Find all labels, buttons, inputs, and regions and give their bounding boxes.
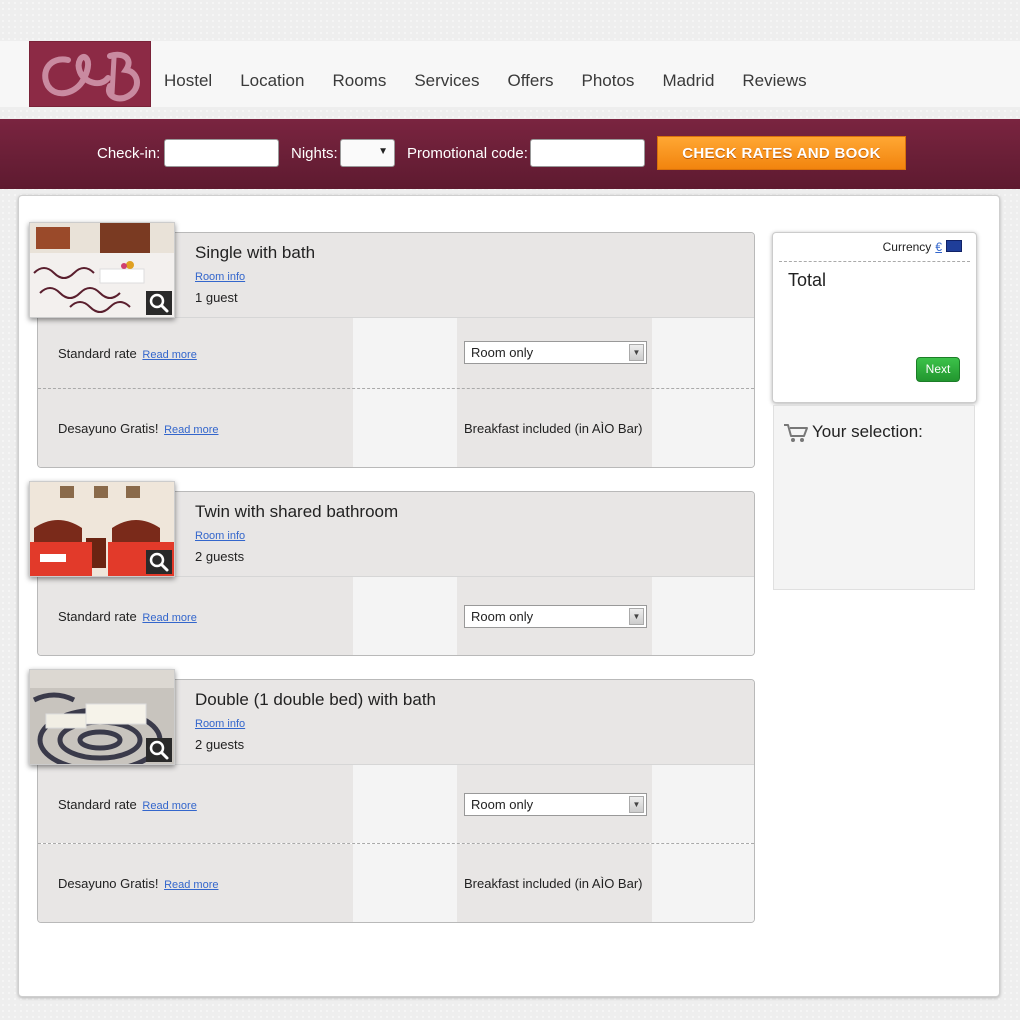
total-box: Currency € Total Next — [772, 232, 977, 403]
nav-hostel[interactable]: Hostel — [164, 71, 212, 91]
room-photo[interactable] — [29, 669, 175, 765]
total-label: Total — [788, 270, 827, 290]
main-nav: Hostel Location Rooms Services Offers Ph… — [164, 71, 835, 91]
rate-name: Standard rate Read more — [58, 346, 197, 361]
zoom-icon[interactable] — [146, 291, 172, 315]
currency-selector: Currency € — [883, 240, 962, 254]
nav-services[interactable]: Services — [414, 71, 479, 91]
rate-row: Standard rate Read more Room only ▼ — [38, 765, 754, 843]
read-more-link[interactable]: Read more — [164, 879, 218, 891]
nav-location[interactable]: Location — [240, 71, 304, 91]
nav-offers[interactable]: Offers — [508, 71, 554, 91]
room-title: Twin with shared bathroom — [195, 502, 399, 521]
rate-row: Desayuno Gratis! Read more Breakfast inc… — [38, 389, 754, 467]
rate-option-select[interactable]: Room only ▼ — [464, 341, 647, 364]
rate-name: Desayuno Gratis! Read more — [58, 421, 219, 436]
read-more-link[interactable]: Read more — [164, 424, 218, 436]
nav-reviews[interactable]: Reviews — [742, 71, 806, 91]
room-guests: 1 guest — [195, 290, 238, 305]
shopping-cart-icon — [783, 422, 809, 449]
room-guests: 2 guests — [195, 549, 245, 564]
checkin-label: Check-in: — [97, 145, 161, 162]
your-selection-panel: Your selection: — [773, 405, 975, 590]
rate-row: Standard rate Read more Room only ▼ — [38, 318, 754, 396]
rate-row: Desayuno Gratis! Read more Breakfast inc… — [38, 844, 754, 922]
room-info-link[interactable]: Room info — [195, 530, 245, 542]
check-rates-button[interactable]: CHECK RATES AND BOOK — [657, 136, 906, 170]
zoom-icon[interactable] — [146, 738, 172, 762]
room-guests: 2 guests — [195, 737, 245, 752]
rate-name: Standard rate Read more — [58, 609, 197, 624]
rate-option-select[interactable]: Room only ▼ — [464, 793, 647, 816]
nav-photos[interactable]: Photos — [582, 71, 635, 91]
read-more-link[interactable]: Read more — [142, 800, 196, 812]
next-button[interactable]: Next — [916, 357, 960, 382]
room-title: Single with bath — [195, 243, 316, 262]
room-photo[interactable] — [29, 481, 175, 577]
nights-select[interactable]: ▼ — [340, 139, 395, 167]
rate-option-select[interactable]: Room only ▼ — [464, 605, 647, 628]
read-more-link[interactable]: Read more — [142, 349, 196, 361]
dropdown-arrow-icon: ▼ — [378, 146, 388, 157]
room-info-link[interactable]: Room info — [195, 718, 245, 730]
dropdown-arrow-icon: ▼ — [629, 344, 644, 361]
rate-option-text: Breakfast included (in AÌO Bar) — [464, 421, 643, 436]
rate-option-text: Breakfast included (in AÌO Bar) — [464, 876, 643, 891]
eu-flag-icon — [946, 240, 962, 252]
checkin-input[interactable] — [164, 139, 279, 167]
promo-label: Promotional code: — [407, 145, 528, 162]
read-more-link[interactable]: Read more — [142, 612, 196, 624]
nav-madrid[interactable]: Madrid — [662, 71, 714, 91]
promo-code-input[interactable] — [530, 139, 645, 167]
rate-row: Standard rate Read more Room only ▼ — [38, 577, 754, 655]
your-selection-title: Your selection: — [812, 422, 923, 441]
room-info-link[interactable]: Room info — [195, 271, 245, 283]
hostel-logo-icon[interactable] — [29, 41, 151, 107]
rate-name: Standard rate Read more — [58, 797, 197, 812]
zoom-icon[interactable] — [146, 550, 172, 574]
rate-name: Desayuno Gratis! Read more — [58, 876, 219, 891]
room-photo[interactable] — [29, 222, 175, 318]
dropdown-arrow-icon: ▼ — [629, 796, 644, 813]
currency-link[interactable]: € — [935, 240, 942, 254]
dropdown-arrow-icon: ▼ — [629, 608, 644, 625]
room-title: Double (1 double bed) with bath — [195, 690, 436, 709]
nights-label: Nights: — [291, 145, 338, 162]
nav-rooms[interactable]: Rooms — [332, 71, 386, 91]
